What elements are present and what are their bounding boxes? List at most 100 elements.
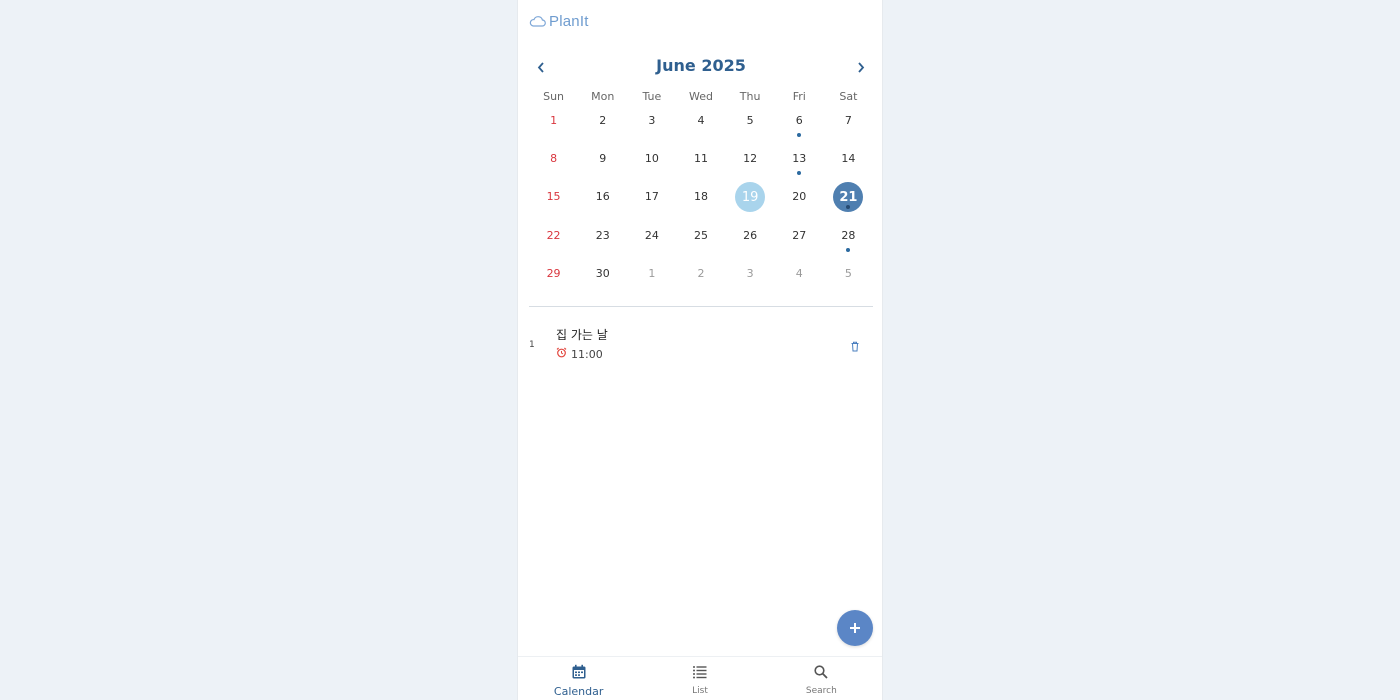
app-logo-text: PlanIt bbox=[549, 12, 589, 30]
day-number: 10 bbox=[644, 152, 659, 166]
calendar-day[interactable]: 7 bbox=[824, 102, 873, 140]
day-number: 26 bbox=[743, 228, 758, 242]
day-number: 25 bbox=[693, 228, 708, 242]
divider bbox=[529, 306, 873, 307]
day-number: 3 bbox=[648, 114, 656, 127]
day-number: 4 bbox=[795, 266, 803, 280]
calendar-day[interactable]: 13 bbox=[775, 140, 824, 178]
day-number: 11 bbox=[693, 152, 708, 166]
day-number: 6 bbox=[795, 114, 803, 127]
day-number: 20 bbox=[792, 190, 807, 204]
day-number: 2 bbox=[599, 114, 607, 127]
calendar-day[interactable]: 11 bbox=[676, 140, 725, 178]
calendar-day[interactable]: 15 bbox=[529, 178, 578, 216]
day-number: 28 bbox=[841, 228, 856, 242]
tab-label: Search bbox=[805, 686, 837, 696]
day-number: 21 bbox=[839, 190, 858, 206]
day-number: 5 bbox=[746, 114, 754, 127]
day-number: 30 bbox=[595, 266, 610, 280]
search-icon bbox=[813, 664, 829, 684]
day-number: 14 bbox=[841, 152, 856, 166]
calendar-day[interactable]: 1 bbox=[529, 102, 578, 140]
calendar-grid: 1 2 3 4 5 6 7 8 9 10 11 12 13 14 15 16 17 18 19 20 21 22 23 24 2… bbox=[529, 102, 873, 293]
day-number: 19 bbox=[741, 190, 759, 206]
event-list-item[interactable]: 1 집 가는 날 11:00 bbox=[529, 322, 873, 368]
day-number: 17 bbox=[644, 190, 659, 204]
day-number: 9 bbox=[599, 152, 607, 166]
calendar-day[interactable]: 26 bbox=[726, 217, 775, 255]
day-number: 3 bbox=[746, 266, 754, 280]
day-number: 16 bbox=[595, 190, 610, 204]
calendar-day[interactable]: 25 bbox=[676, 217, 725, 255]
alarm-clock-icon bbox=[556, 347, 567, 361]
calendar-day[interactable]: 5 bbox=[824, 255, 873, 293]
day-number: 18 bbox=[693, 190, 708, 204]
calendar-day[interactable]: 6 bbox=[775, 102, 824, 140]
calendar-day[interactable]: 24 bbox=[627, 217, 676, 255]
calendar-day[interactable]: 28 bbox=[824, 217, 873, 255]
tab-label: List bbox=[692, 686, 708, 696]
chevron-right-icon bbox=[857, 58, 865, 77]
tab-calendar[interactable]: Calendar bbox=[518, 657, 639, 700]
calendar-day[interactable]: 22 bbox=[529, 217, 578, 255]
day-number: 4 bbox=[697, 114, 705, 127]
calendar-day[interactable]: 18 bbox=[676, 178, 725, 216]
tab-list[interactable]: List bbox=[639, 657, 760, 700]
calendar-day[interactable]: 12 bbox=[726, 140, 775, 178]
calendar-day[interactable]: 2 bbox=[676, 255, 725, 293]
calendar-day[interactable]: 19 bbox=[726, 178, 775, 216]
calendar-day[interactable]: 2 bbox=[578, 102, 627, 140]
cloud-icon bbox=[529, 12, 546, 31]
plus-icon bbox=[849, 619, 861, 638]
app-screen: PlanIt June 2025 Sun Mon Tue Wed Thu Fri… bbox=[517, 0, 883, 700]
event-dot bbox=[797, 133, 802, 137]
calendar-icon bbox=[571, 664, 587, 684]
calendar-day[interactable]: 10 bbox=[627, 140, 676, 178]
trash-icon bbox=[850, 337, 860, 356]
calendar-day[interactable]: 5 bbox=[726, 102, 775, 140]
day-number: 24 bbox=[644, 228, 659, 242]
month-title: June 2025 bbox=[656, 56, 746, 75]
event-index: 1 bbox=[529, 340, 535, 350]
day-number: 29 bbox=[546, 266, 561, 280]
day-number: 5 bbox=[844, 266, 852, 280]
calendar-day[interactable]: 27 bbox=[775, 217, 824, 255]
day-number: 1 bbox=[648, 266, 656, 280]
calendar-day[interactable]: 3 bbox=[627, 102, 676, 140]
day-number: 15 bbox=[546, 190, 561, 204]
event-dot bbox=[797, 171, 802, 176]
tab-search[interactable]: Search bbox=[761, 657, 882, 700]
add-event-button[interactable] bbox=[837, 610, 873, 646]
calendar-day[interactable]: 17 bbox=[627, 178, 676, 216]
event-time-text: 11:00 bbox=[571, 347, 603, 361]
calendar-day[interactable]: 30 bbox=[578, 255, 627, 293]
day-number: 2 bbox=[697, 266, 705, 280]
calendar-day[interactable]: 4 bbox=[676, 102, 725, 140]
day-number: 22 bbox=[546, 228, 561, 242]
calendar-day[interactable]: 8 bbox=[529, 140, 578, 178]
day-number: 27 bbox=[792, 228, 807, 242]
calendar-day[interactable]: 4 bbox=[775, 255, 824, 293]
calendar-day[interactable]: 3 bbox=[726, 255, 775, 293]
event-title: 집 가는 날 bbox=[556, 328, 608, 342]
day-number: 13 bbox=[792, 152, 807, 166]
calendar-day[interactable]: 14 bbox=[824, 140, 873, 178]
list-icon bbox=[692, 664, 708, 684]
event-time: 11:00 bbox=[556, 347, 603, 361]
delete-event-button[interactable] bbox=[848, 339, 862, 353]
calendar-day[interactable]: 1 bbox=[627, 255, 676, 293]
app-header: PlanIt bbox=[529, 10, 589, 32]
next-month-button[interactable] bbox=[849, 54, 873, 80]
calendar-day[interactable]: 9 bbox=[578, 140, 627, 178]
day-number: 8 bbox=[550, 152, 558, 166]
event-dot bbox=[846, 205, 851, 210]
calendar-day[interactable]: 23 bbox=[578, 217, 627, 255]
event-dot bbox=[846, 247, 851, 252]
day-number: 7 bbox=[844, 114, 852, 127]
calendar-day[interactable]: 21 bbox=[824, 178, 873, 216]
bottom-tab-bar: Calendar List Search bbox=[518, 656, 882, 700]
calendar-day[interactable]: 20 bbox=[775, 178, 824, 216]
day-number: 1 bbox=[550, 114, 558, 127]
calendar-day[interactable]: 29 bbox=[529, 255, 578, 293]
calendar-day[interactable]: 16 bbox=[578, 178, 627, 216]
